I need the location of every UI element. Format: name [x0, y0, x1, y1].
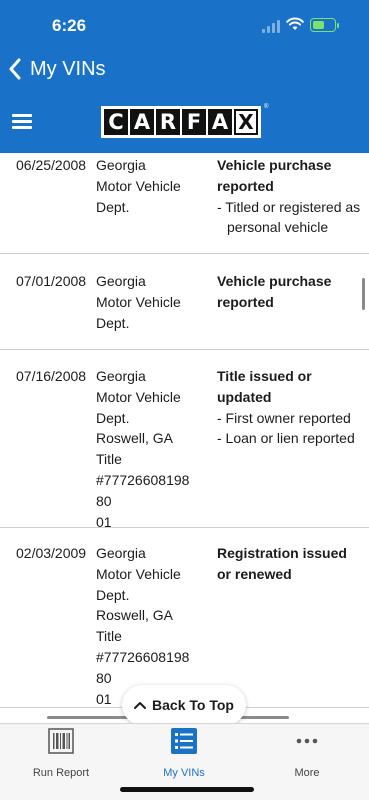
back-title: My VINs: [30, 57, 106, 80]
barcode-icon: [48, 728, 74, 754]
record-event: Registration issued or renewed: [217, 543, 367, 585]
event-detail: - Loan or lien reported: [217, 430, 355, 447]
home-indicator: [120, 787, 254, 792]
logo-registered-mark: ®: [264, 104, 269, 110]
event-title-line: reported: [217, 177, 274, 194]
source-line: Roswell, GA: [96, 430, 174, 447]
source-line: #7772660819880: [96, 471, 190, 509]
list-icon: [171, 728, 197, 754]
source-line: Title: [96, 451, 122, 468]
nav-bar: My VINs: [0, 48, 369, 92]
source-line: Roswell, GA: [96, 607, 174, 624]
logo-letter: R: [156, 109, 180, 135]
back-button[interactable]: My VINs: [8, 54, 106, 84]
source-line: Motor Vehicle: [96, 293, 181, 310]
source-line: Georgia: [96, 545, 146, 561]
logo-letter: F: [182, 109, 206, 135]
record-date: 06/25/2008: [16, 157, 87, 173]
record-source: Georgia Motor Vehicle Dept. Roswell, GA …: [96, 366, 192, 532]
record-event: Vehicle purchase reported - Titled or re…: [217, 155, 367, 238]
tab-label: My VINs: [163, 767, 205, 779]
event-title-line: or renewed: [217, 565, 292, 582]
source-line: #7772660819880: [96, 648, 190, 686]
record-date: 07/01/2008: [16, 273, 87, 289]
source-line: Motor Vehicle: [96, 565, 181, 582]
source-line: Dept.: [96, 409, 130, 426]
event-title-line: Title issued or: [217, 368, 312, 384]
cellular-signal-icon: [262, 20, 282, 33]
battery-icon: [310, 18, 339, 32]
history-record: 02/03/2009 Georgia Motor Vehicle Dept. R…: [0, 528, 369, 708]
wifi-icon: [286, 17, 304, 30]
source-line: Georgia: [96, 157, 146, 173]
record-source: Georgia Motor Vehicle Dept.: [96, 155, 192, 217]
record-event: Title issued or updated - First owner re…: [217, 366, 367, 449]
tab-label: Run Report: [32, 767, 90, 779]
chevron-left-icon: [9, 58, 21, 80]
status-bar: 6:26: [0, 0, 369, 48]
back-to-top-label: Back To Top: [152, 697, 234, 713]
history-record: 06/25/2008 Georgia Motor Vehicle Dept. V…: [0, 153, 369, 254]
event-title-line: reported: [217, 293, 274, 310]
chevron-up-icon: [134, 701, 147, 709]
record-source: Georgia Motor Vehicle Dept.: [96, 271, 192, 333]
tab-more[interactable]: More: [262, 728, 352, 780]
source-line: Motor Vehicle: [96, 177, 181, 194]
source-line: Georgia: [96, 368, 146, 384]
battery-level: [313, 21, 325, 29]
back-to-top-button[interactable]: Back To Top: [122, 685, 246, 725]
source-line: Motor Vehicle: [96, 388, 181, 405]
logo-letter: A: [130, 109, 154, 135]
event-detail: - Titled or registered as personal vehic…: [217, 198, 361, 236]
record-date: 02/03/2009: [16, 545, 87, 561]
source-line: Dept.: [96, 314, 130, 331]
status-time: 6:26: [52, 16, 87, 35]
event-title-line: Registration issued: [217, 545, 347, 561]
tab-my-vins[interactable]: My VINs: [139, 728, 229, 780]
source-line: Dept.: [96, 586, 130, 603]
logo-letter: A: [208, 109, 232, 135]
vertical-scroll-indicator[interactable]: [362, 278, 365, 310]
logo-letter: X: [234, 109, 258, 135]
source-line: Title: [96, 628, 122, 645]
source-line: Dept.: [96, 198, 130, 215]
history-record: 07/16/2008 Georgia Motor Vehicle Dept. R…: [0, 350, 369, 530]
record-event: Vehicle purchase reported: [217, 271, 367, 313]
event-detail: - First owner reported: [217, 409, 351, 426]
source-line: Georgia: [96, 273, 146, 289]
event-title-line: updated: [217, 388, 272, 405]
app-header: 6:26 My VINs C A R F A X ®: [0, 0, 369, 153]
event-title-line: Vehicle purchase: [217, 157, 332, 173]
history-record: 07/01/2008 Georgia Motor Vehicle Dept. V…: [0, 254, 369, 350]
tab-run-report[interactable]: Run Report: [16, 728, 106, 780]
record-date: 07/16/2008: [16, 368, 87, 384]
history-records[interactable]: 06/25/2008 Georgia Motor Vehicle Dept. V…: [0, 153, 369, 720]
hamburger-menu-icon[interactable]: [12, 112, 34, 130]
tab-label: More: [294, 767, 320, 779]
logo-letter: C: [104, 109, 128, 135]
more-dots-icon: [296, 738, 318, 744]
event-title-line: Vehicle purchase: [217, 273, 332, 289]
carfax-logo: C A R F A X: [101, 106, 261, 138]
brand-row: C A R F A X ®: [0, 92, 369, 153]
